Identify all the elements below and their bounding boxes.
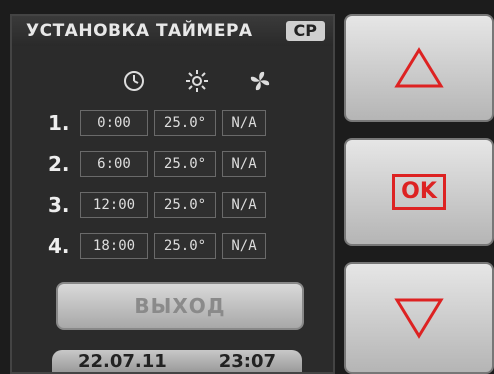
ok-button[interactable]: OK <box>344 138 494 246</box>
exit-button[interactable]: ВЫХОД <box>56 282 304 330</box>
ok-label: OK <box>392 174 446 210</box>
fan-field[interactable]: N/A <box>222 110 266 136</box>
fan-icon <box>247 68 273 94</box>
fan-field[interactable]: N/A <box>222 233 266 259</box>
status-time: 23:07 <box>218 350 277 372</box>
down-button[interactable] <box>344 262 494 374</box>
sun-icon <box>184 68 210 94</box>
arrow-up-icon <box>394 47 444 88</box>
column-icons <box>102 68 292 94</box>
arrow-down-icon <box>394 298 444 339</box>
timer-row: 2. 6:00 25.0° N/A <box>48 149 272 179</box>
time-field[interactable]: 12:00 <box>80 192 148 218</box>
clock-icon <box>121 68 147 94</box>
temperature-field[interactable]: 25.0° <box>154 233 216 259</box>
row-number: 1. <box>48 111 70 135</box>
row-number: 4. <box>48 234 70 258</box>
thermostat-screen: УСТАНОВКА ТАЙМЕРА CP 1. 0:00 25.0° N/A 2… <box>10 14 335 374</box>
time-field[interactable]: 0:00 <box>80 110 148 136</box>
page-title: УСТАНОВКА ТАЙМЕРА <box>26 21 253 41</box>
temperature-field[interactable]: 25.0° <box>154 192 216 218</box>
time-field[interactable]: 18:00 <box>80 233 148 259</box>
status-date: 22.07.11 <box>77 350 167 372</box>
title-bar: УСТАНОВКА ТАЙМЕРА CP <box>12 16 333 46</box>
row-number: 3. <box>48 193 70 217</box>
status-bar: 22.07.11 23:07 <box>52 350 302 372</box>
timer-row: 4. 18:00 25.0° N/A <box>48 231 272 261</box>
temperature-field[interactable]: 25.0° <box>154 110 216 136</box>
row-number: 2. <box>48 152 70 176</box>
mode-badge[interactable]: CP <box>285 21 325 41</box>
timer-row: 3. 12:00 25.0° N/A <box>48 190 272 220</box>
timer-row: 1. 0:00 25.0° N/A <box>48 108 272 138</box>
time-field[interactable]: 6:00 <box>80 151 148 177</box>
temperature-field[interactable]: 25.0° <box>154 151 216 177</box>
up-button[interactable] <box>344 14 494 122</box>
fan-field[interactable]: N/A <box>222 151 266 177</box>
fan-field[interactable]: N/A <box>222 192 266 218</box>
